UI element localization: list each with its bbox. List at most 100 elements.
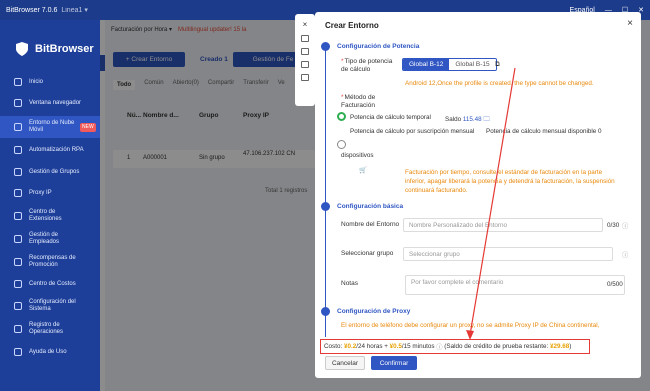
gift-icon: [14, 258, 22, 266]
sidebar-item-ventana[interactable]: Ventana navegador: [0, 97, 100, 109]
close-strip-icon[interactable]: ×: [295, 20, 315, 29]
sidebar-item-label: Entorno de Nube Móvil: [29, 120, 75, 133]
sidebar-item-label: Ayuda de Uso: [29, 348, 67, 355]
temp-power-label: Potencia de cálculo temporal: [350, 114, 431, 121]
env-name-count: 0/30: [607, 222, 620, 229]
app-title: BitBrowser 7.0.6: [6, 6, 58, 14]
seg-global-b12[interactable]: Global B-12: [403, 59, 450, 70]
create-env-modal: Crear Entorno × Configuración de Potenci…: [315, 12, 641, 378]
sidebar-item-empleados[interactable]: Gestión de Empleados: [0, 230, 100, 248]
section-proxy: Configuración de Proxy: [337, 308, 411, 315]
info-icon: ⓘ: [436, 344, 443, 351]
android-note: Android 12,Once the profile is created, …: [405, 80, 594, 87]
radio-monthly[interactable]: [337, 140, 346, 149]
info-icon: ⓘ: [622, 223, 629, 230]
help-icon: [14, 348, 22, 356]
new-badge: NEW: [80, 122, 96, 132]
saldo-display: Saldo 115.48 🗀: [445, 116, 490, 123]
cost-minutes: ¥0.5: [389, 343, 402, 350]
sidebar-item-label: Inicio: [29, 78, 44, 85]
credit-close: ): [569, 343, 572, 350]
monthly-avail-label: Potencia de cálculo mensual disponible 0: [486, 128, 602, 135]
list-icon[interactable]: [301, 48, 309, 55]
sidebar-item-extensiones[interactable]: Centro de Extensiones: [0, 207, 100, 225]
cost-summary: Costo: ¥0.2 /24 horas + ¥0.5 /15 minutos…: [320, 339, 590, 354]
sidebar-item-label: Registro de Operaciones: [29, 322, 64, 335]
sidebar-item-label: Ventana navegador: [29, 99, 82, 106]
env-name-label: Nombre del Entorno: [341, 221, 400, 228]
power-type-segment: Global B-12 Global B-15: [402, 58, 497, 71]
cost-label: Costo:: [324, 343, 343, 350]
proxy-note: El entorno de teléfono debe configurar u…: [341, 322, 600, 329]
monthly-sub-label: Potencia de cálculo por suscripción mens…: [350, 128, 475, 135]
brand-logo: BitBrowser: [0, 20, 100, 64]
cost-minutes-unit: /15 minutos: [401, 343, 435, 350]
sidebar-item-label: Automatización RPA: [29, 146, 84, 153]
notes-count: 0/500: [607, 281, 623, 288]
billing-label: *Método de Facturación: [341, 94, 376, 109]
section-basic: Configuración básica: [337, 203, 404, 210]
cost-icon: [14, 280, 22, 288]
group-icon: [14, 168, 22, 176]
log-icon: [14, 325, 22, 333]
sidebar-item-label: Gestión de Empleados: [29, 232, 60, 245]
floating-toolbar: ×: [295, 14, 315, 106]
sidebar-item-label: Centro de Costos: [29, 280, 76, 287]
sidebar-item-label: Configuración del Sistema: [29, 299, 76, 312]
cancel-button[interactable]: Cancelar: [325, 356, 365, 370]
sidebar-item-inicio[interactable]: Inicio: [0, 76, 100, 88]
robot-icon: [14, 146, 22, 154]
sidebar-item-label: Centro de Extensiones: [29, 209, 62, 222]
copy-icon[interactable]: ⧉: [495, 61, 500, 69]
keyboard-icon[interactable]: [301, 35, 309, 42]
cost-daily: ¥0.2: [343, 343, 357, 350]
settings-icon: [14, 302, 22, 310]
sidebar-item-registro[interactable]: Registro de Operaciones: [0, 320, 100, 338]
step-dot: [321, 42, 330, 51]
chat-icon[interactable]: [301, 61, 309, 68]
sidebar-item-label: Recompensas de Promoción: [29, 255, 76, 268]
env-name-input[interactable]: Nombre Personalizado del Entorno: [403, 218, 603, 232]
credit-value: ¥29.68: [550, 343, 570, 350]
close-icon[interactable]: ×: [627, 18, 633, 29]
radio-temporal[interactable]: [337, 112, 346, 121]
confirm-button[interactable]: Confirmar: [371, 356, 417, 370]
sidebar: BitBrowser Inicio Ventana navegador Ento…: [0, 20, 100, 391]
window-icon: [14, 99, 22, 107]
brand-name: BitBrowser: [35, 43, 94, 55]
sidebar-item-promocion[interactable]: Recompensas de Promoción: [0, 253, 100, 271]
group-label: Seleccionar grupo: [341, 250, 394, 257]
extension-icon: [14, 212, 22, 220]
sidebar-item-label: Proxy IP: [29, 189, 52, 196]
seg-global-b15[interactable]: Global B-15: [449, 59, 496, 70]
shield-logo-icon: [16, 42, 28, 56]
sidebar-item-ayuda[interactable]: Ayuda de Uso: [0, 346, 100, 358]
cloud-phone-icon: [14, 123, 22, 131]
step-dot: [321, 202, 330, 211]
sidebar-item-costos[interactable]: Centro de Costos: [0, 278, 100, 290]
group-select[interactable]: Seleccionar grupo: [403, 247, 613, 261]
step-dot: [321, 307, 330, 316]
credit-note: (Saldo de crédito de prueba restante:: [444, 343, 549, 350]
employees-icon: [14, 235, 22, 243]
sidebar-item-label: Gestión de Grupos: [29, 168, 80, 175]
sidebar-item-nube-movil[interactable]: Entorno de Nube Móvil NEW: [0, 116, 100, 138]
sidebar-item-grupos[interactable]: Gestión de Grupos: [0, 166, 100, 178]
dispositivos-label: dispositivos: [341, 152, 374, 159]
cart-icon[interactable]: 🛒: [359, 166, 367, 174]
sidebar-item-proxy[interactable]: Proxy IP: [0, 187, 100, 199]
cost-daily-unit: /24 horas +: [356, 343, 388, 350]
section-power: Configuración de Potencia: [337, 43, 420, 50]
line-selector[interactable]: Linea1 ▾: [61, 6, 87, 14]
billing-note: Facturación por tiempo, consulte el está…: [405, 169, 615, 194]
gear-icon[interactable]: [301, 74, 309, 81]
info-icon: ⓘ: [622, 252, 629, 259]
sidebar-item-sistema[interactable]: Configuración del Sistema: [0, 297, 100, 315]
power-type-label: *Tipo de potencia de cálculo: [341, 58, 393, 73]
home-icon: [14, 78, 22, 86]
sidebar-item-rpa[interactable]: Automatización RPA: [0, 141, 100, 159]
modal-title: Crear Entorno: [325, 21, 379, 30]
notes-textarea[interactable]: Por favor complete el comentario: [405, 275, 625, 295]
steps-line: [325, 47, 326, 337]
proxy-icon: [14, 189, 22, 197]
